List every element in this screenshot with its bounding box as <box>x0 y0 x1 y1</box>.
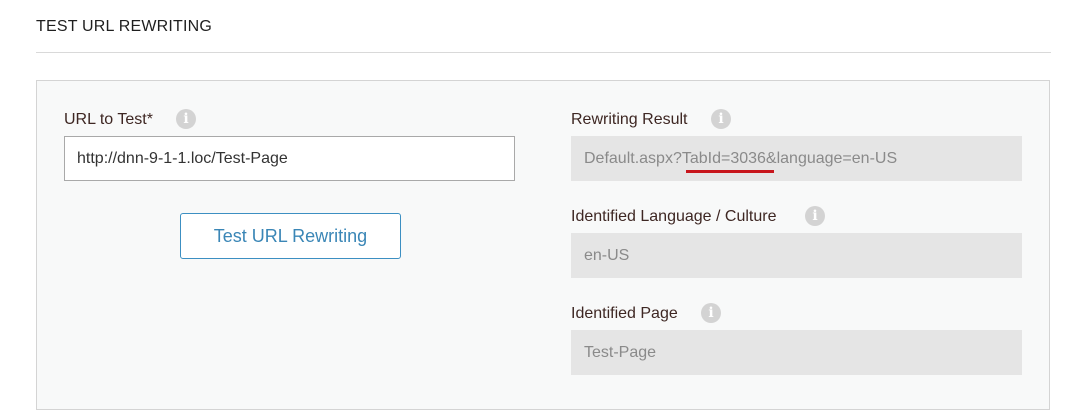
identified-language-label: Identified Language / Culture <box>571 208 777 225</box>
info-icon[interactable]: i <box>711 109 731 129</box>
identified-page-label: Identified Page <box>571 305 678 322</box>
url-to-test-label: URL to Test* <box>64 111 153 128</box>
section-title: TEST URL REWRITING <box>36 18 213 35</box>
tabid-highlight-underline <box>686 170 774 173</box>
identified-language-field: en-US <box>571 233 1022 278</box>
rewriting-result-label: Rewriting Result <box>571 111 688 128</box>
identified-page-field: Test-Page <box>571 330 1022 375</box>
info-icon[interactable]: i <box>176 109 196 129</box>
test-url-rewriting-button[interactable]: Test URL Rewriting <box>180 213 401 259</box>
info-icon[interactable]: i <box>805 206 825 226</box>
rewriting-result-field: Default.aspx?TabId=3036&language=en-US <box>571 136 1022 181</box>
info-icon[interactable]: i <box>701 303 721 323</box>
section-divider <box>36 52 1051 53</box>
url-to-test-input[interactable] <box>64 136 515 181</box>
